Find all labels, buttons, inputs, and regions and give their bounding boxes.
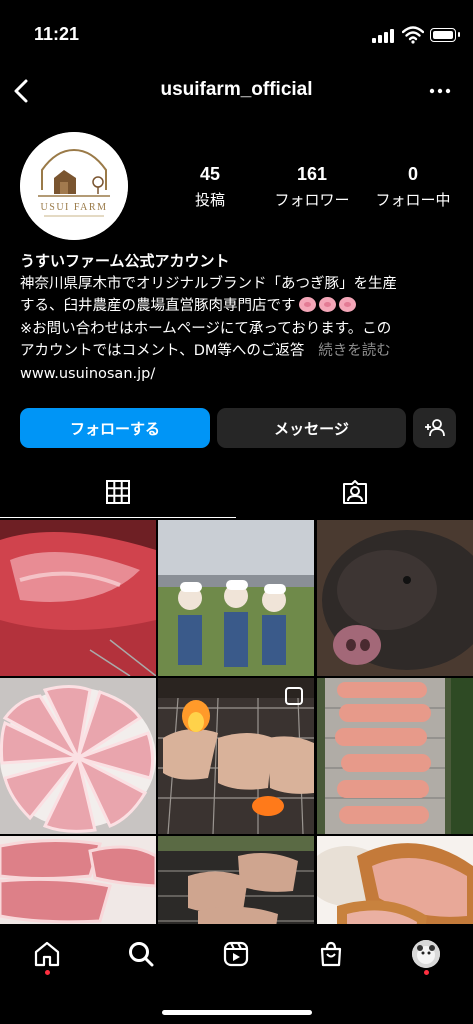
pig-emoji-icon — [298, 297, 316, 312]
tab-tagged[interactable] — [237, 466, 473, 518]
post-thumbnail[interactable] — [158, 520, 314, 676]
nav-home[interactable] — [27, 934, 67, 974]
battery-icon — [430, 28, 460, 42]
profile-username: usuifarm_official — [160, 79, 313, 100]
post-thumbnail[interactable] — [0, 678, 156, 834]
bio-line-4: アカウントではコメント、DM等へのご返答 続きを読む — [20, 340, 460, 363]
reels-icon — [223, 941, 249, 967]
notification-dot — [45, 970, 50, 975]
signal-icon — [372, 29, 396, 43]
post-thumbnail[interactable] — [317, 520, 473, 676]
wifi-icon — [402, 26, 424, 44]
follow-button[interactable]: フォローする — [20, 408, 210, 448]
post-thumbnail[interactable] — [317, 836, 473, 924]
profile-actions: フォローする メッセージ — [20, 408, 456, 450]
following-label: フォロー中 — [375, 191, 451, 209]
nav-shop[interactable] — [311, 934, 351, 974]
post-thumbnail[interactable] — [0, 836, 156, 924]
pork-on-grill-image — [158, 836, 314, 924]
post-thumbnail[interactable] — [158, 836, 314, 924]
stat-following[interactable]: 0 フォロー中 — [363, 164, 463, 210]
display-name: うすいファーム公式アカウント — [20, 252, 230, 270]
nav-profile[interactable] — [406, 934, 446, 974]
sliced-pork-plate-image — [0, 678, 156, 834]
website-link[interactable]: www.usuinosan.jp/ — [20, 363, 460, 386]
pig-closeup-image — [317, 520, 473, 676]
fried-pork-cutlet-image — [317, 836, 473, 924]
profile-avatar-small — [412, 940, 440, 968]
bio-line-2: する、臼井農産の農場直営豚肉専門店です — [20, 295, 460, 318]
bottom-navigation — [0, 924, 473, 1024]
suggest-user-button[interactable] — [413, 408, 456, 448]
followers-label: フォロワー — [274, 191, 350, 209]
staff-group-photo-image — [158, 520, 314, 676]
sliced-pork-loin-image — [0, 836, 156, 924]
posts-label: 投稿 — [194, 191, 225, 209]
bacon-on-grill-image — [317, 678, 473, 834]
status-bar: 11:21 — [0, 0, 473, 60]
pig-emoji-icon — [338, 297, 356, 312]
followers-count: 161 — [296, 164, 328, 184]
pig-emoji-icon — [318, 297, 336, 312]
status-time: 11:21 — [34, 24, 80, 44]
posts-count: 45 — [199, 164, 221, 184]
nav-search[interactable] — [121, 934, 161, 974]
raw-pork-slab-image — [0, 520, 156, 676]
search-icon — [129, 942, 154, 967]
home-icon — [34, 941, 60, 967]
profile-stats: 45 投稿 161 フォロワー 0 フォロー中 — [170, 164, 470, 214]
bio-line-2-text: する、臼井農産の農場直営豚肉専門店です — [20, 298, 296, 314]
usui-farm-logo: USUI FARM — [20, 132, 128, 240]
posts-grid — [0, 520, 473, 924]
profile-header: usuifarm_official — [0, 70, 473, 114]
bio-line-3: ※お問い合わせはホームページにて承っております。この — [20, 320, 392, 337]
profile-bio: うすいファーム公式アカウント 神奈川県厚木市でオリジナルブランド「あつぎ豚」を生… — [20, 250, 460, 385]
read-more-link[interactable]: 続きを読む — [318, 343, 391, 359]
tagged-icon — [343, 480, 367, 504]
post-thumbnail[interactable] — [317, 678, 473, 834]
logo-text: USUI FARM — [41, 202, 108, 213]
stat-posts: 45 投稿 — [160, 164, 260, 210]
following-count: 0 — [407, 164, 418, 184]
more-options-icon[interactable] — [427, 78, 453, 104]
grilled-pork-bbq-image — [158, 678, 314, 834]
notification-dot — [424, 970, 429, 975]
nav-reels[interactable] — [216, 934, 256, 974]
shop-icon — [320, 941, 342, 967]
profile-avatar[interactable]: USUI FARM — [20, 132, 128, 240]
home-indicator — [162, 1010, 312, 1015]
add-person-icon — [424, 419, 445, 437]
bio-line-1: 神奈川県厚木市でオリジナルブランド「あつぎ豚」を生産 — [20, 275, 397, 292]
post-thumbnail[interactable] — [158, 678, 314, 834]
bio-line-4-text: アカウントではコメント、DM等へのご返答 — [20, 343, 305, 359]
content-tabs — [0, 466, 473, 518]
post-thumbnail[interactable] — [0, 520, 156, 676]
message-button[interactable]: メッセージ — [217, 408, 406, 448]
stat-followers[interactable]: 161 フォロワー — [262, 164, 362, 210]
tab-grid[interactable] — [0, 466, 236, 518]
grid-icon — [106, 479, 130, 504]
